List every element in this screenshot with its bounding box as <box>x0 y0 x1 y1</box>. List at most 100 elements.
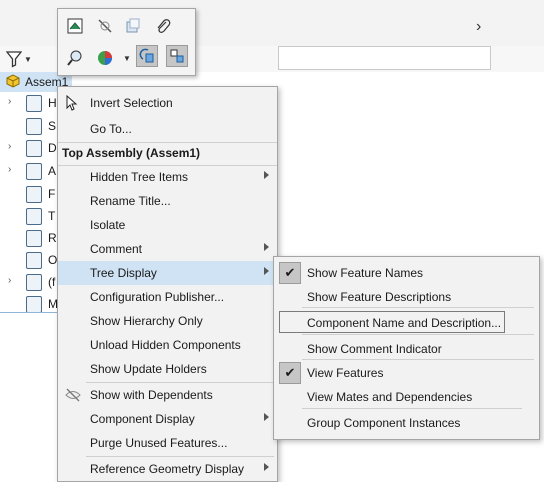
menu-item-show-hierarchy-only[interactable]: Show Hierarchy Only <box>58 309 277 333</box>
feature-icon <box>26 163 42 180</box>
expand-arrow-icon[interactable]: › <box>8 165 14 175</box>
submenu-item-component-name-and-description[interactable]: Component Name and Description... <box>274 311 539 335</box>
menu-label: Hidden Tree Items <box>90 170 189 184</box>
filter-input[interactable] <box>278 46 491 70</box>
tree-item-label: O <box>48 253 58 267</box>
submenu-label: Component Name and Description... <box>307 316 502 330</box>
zoom-to-selection-icon[interactable] <box>64 47 86 69</box>
feature-icon <box>26 118 42 135</box>
submenu-item-show-comment-indicator[interactable]: Show Comment Indicator <box>274 337 539 361</box>
tree-item[interactable]: R <box>0 227 60 249</box>
menu-label: Show Hierarchy Only <box>90 314 203 328</box>
menu-separator <box>302 408 522 409</box>
context-toolbar: ▼ <box>57 8 196 76</box>
submenu-label: Show Comment Indicator <box>307 342 442 356</box>
menu-label: Purge Unused Features... <box>90 436 228 450</box>
menu-label: Invert Selection <box>90 96 173 110</box>
tree-item-label: S <box>48 119 57 133</box>
menu-label: Comment <box>90 242 143 256</box>
submenu-label: View Mates and Dependencies <box>307 390 473 404</box>
tree-item-label: H <box>48 96 57 110</box>
tree-divider <box>0 312 58 313</box>
submenu-item-view-mates-and-dependencies[interactable]: View Mates and Dependencies <box>274 385 539 409</box>
submenu-item-group-component-instances[interactable]: Group Component Instances <box>274 411 539 435</box>
tree-item-label: T <box>48 209 56 223</box>
menu-item-go-to[interactable]: Go To... <box>58 117 277 141</box>
open-part-icon[interactable] <box>64 15 86 37</box>
menu-label: Tree Display <box>90 266 157 280</box>
feature-icon <box>26 208 42 225</box>
submenu-arrow-icon <box>264 413 269 421</box>
submenu-item-show-feature-descriptions[interactable]: Show Feature Descriptions <box>274 285 539 309</box>
rotate-normal-icon[interactable] <box>136 45 158 67</box>
feature-icon <box>26 296 42 313</box>
menu-item-rename-title[interactable]: Rename Title... <box>58 189 277 213</box>
submenu-arrow-icon <box>264 463 269 471</box>
menu-item-invert-selection[interactable]: Invert Selection <box>58 91 277 115</box>
checkmark-icon: ✔ <box>279 262 301 284</box>
appearance-icon[interactable] <box>94 47 116 69</box>
menu-item-isolate[interactable]: Isolate <box>58 213 277 237</box>
feature-icon <box>26 186 42 203</box>
submenu-label: Group Component Instances <box>307 416 461 430</box>
tree-item[interactable]: F <box>0 183 60 205</box>
tree-item-label: R <box>48 231 57 245</box>
appearance-dropdown-icon[interactable]: ▼ <box>123 54 131 63</box>
tree-item-label: (f <box>48 275 56 289</box>
submenu-arrow-icon <box>264 267 269 275</box>
tree-item[interactable]: › (f <box>0 271 60 293</box>
menu-label: Show Update Holders <box>90 362 207 376</box>
chevron-down-icon[interactable]: ▼ <box>24 55 32 64</box>
tree-item[interactable]: › A <box>0 160 60 182</box>
tree-item[interactable]: S <box>0 115 60 137</box>
show-with-dependents-icon <box>65 388 81 402</box>
submenu-label: Show Feature Names <box>307 266 424 280</box>
menu-item-show-with-dependents[interactable]: Show with Dependents <box>58 383 277 407</box>
menu-item-hidden-tree-items[interactable]: Hidden Tree Items <box>58 165 277 189</box>
tree-item[interactable]: T <box>0 205 60 227</box>
transparency-icon[interactable] <box>122 15 144 37</box>
menu-separator <box>58 142 277 143</box>
expand-arrow-icon[interactable]: › <box>8 276 14 286</box>
tree-item-label: D <box>48 141 57 155</box>
smart-mates-icon[interactable] <box>166 45 188 67</box>
menu-label: Configuration Publisher... <box>90 290 225 304</box>
expand-arrow-icon[interactable]: › <box>8 142 14 152</box>
menu-label: Rename Title... <box>90 194 171 208</box>
chevron-right-icon[interactable]: › <box>476 19 488 35</box>
menu-label: Component Display <box>90 412 195 426</box>
menu-item-show-update-holders[interactable]: Show Update Holders <box>58 357 277 381</box>
checkmark-icon: ✔ <box>279 362 301 384</box>
menu-header: Top Assembly (Assem1) <box>62 146 201 160</box>
paperclip-icon[interactable] <box>152 15 174 37</box>
menu-label: Isolate <box>90 218 126 232</box>
submenu-item-view-features[interactable]: ✔ View Features <box>274 361 539 385</box>
menu-item-purge-unused-features[interactable]: Purge Unused Features... <box>58 431 277 455</box>
menu-separator <box>302 307 534 308</box>
menu-item-tree-display[interactable]: Tree Display <box>58 261 277 285</box>
assembly-icon <box>6 74 20 88</box>
tree-item[interactable]: › H <box>0 92 60 114</box>
tree-item-label: A <box>48 164 57 178</box>
submenu-arrow-icon <box>264 171 269 179</box>
menu-item-component-display[interactable]: Component Display <box>58 407 277 431</box>
submenu-item-show-feature-names[interactable]: ✔ Show Feature Names <box>274 261 539 285</box>
menu-item-configuration-publisher[interactable]: Configuration Publisher... <box>58 285 277 309</box>
menu-item-comment[interactable]: Comment <box>58 237 277 261</box>
tree-item[interactable]: O <box>0 249 60 271</box>
submenu-label: Show Feature Descriptions <box>307 290 452 304</box>
feature-icon <box>26 252 42 269</box>
feature-icon <box>26 95 42 112</box>
context-menu: Invert Selection Go To... Top Assembly (… <box>57 86 278 482</box>
menu-separator <box>302 334 534 335</box>
expand-arrow-icon[interactable]: › <box>8 97 14 107</box>
tree-item[interactable]: › D <box>0 137 60 159</box>
filter-icon[interactable] <box>6 50 22 68</box>
menu-separator <box>302 359 534 360</box>
submenu-label: View Features <box>307 366 384 380</box>
menu-item-unload-hidden-components[interactable]: Unload Hidden Components <box>58 333 277 357</box>
menu-item-reference-geometry-display[interactable]: Reference Geometry Display <box>58 457 277 481</box>
hide-icon[interactable] <box>94 15 116 37</box>
menu-label: Unload Hidden Components <box>90 338 241 352</box>
menu-label: Reference Geometry Display <box>90 462 245 476</box>
